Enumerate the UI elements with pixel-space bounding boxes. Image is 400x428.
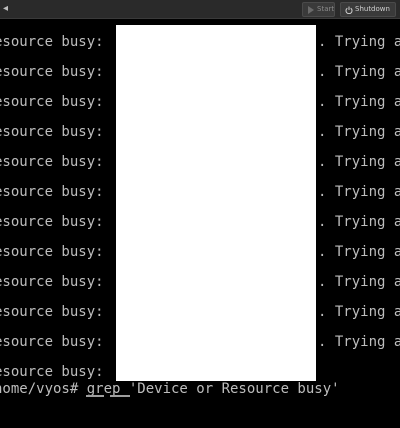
start-button-label: Start bbox=[317, 5, 335, 13]
vm-toolbar: ◂ Start Shutdown bbox=[0, 0, 400, 19]
terminal-line-end: . Trying a bbox=[318, 124, 400, 140]
back-arrow-icon[interactable]: ◂ bbox=[3, 4, 8, 14]
terminal-line-end: . Trying a bbox=[318, 304, 400, 320]
terminal-line-end: . Trying a bbox=[318, 154, 400, 170]
terminal-line-start: esource busy: bbox=[0, 94, 104, 110]
cursor-underline bbox=[86, 395, 104, 397]
terminal-console[interactable]: esource busy: . Trying a esource busy: .… bbox=[0, 19, 400, 400]
terminal-line-start: esource busy: bbox=[0, 214, 104, 230]
terminal-line-start: esource busy: bbox=[0, 34, 104, 50]
terminal-line-end: . Trying a bbox=[318, 244, 400, 260]
terminal-line-start: esource busy: bbox=[0, 274, 104, 290]
terminal-line-end: . Trying a bbox=[318, 64, 400, 80]
terminal-line-end: . Trying a bbox=[318, 184, 400, 200]
terminal-line-start: esource busy: bbox=[0, 154, 104, 170]
terminal-line-start: esource busy: bbox=[0, 244, 104, 260]
terminal-line-end: . Trying a bbox=[318, 274, 400, 290]
terminal-line-start: esource busy: bbox=[0, 64, 104, 80]
terminal-line-start: esource busy: bbox=[0, 364, 104, 380]
terminal-line-start: esource busy: bbox=[0, 124, 104, 140]
terminal-line-start: esource busy: bbox=[0, 304, 104, 320]
power-icon bbox=[345, 6, 353, 14]
terminal-line-end: . Trying a bbox=[318, 334, 400, 350]
terminal-line-end: . Trying a bbox=[318, 34, 400, 50]
terminal-line-start: esource busy: bbox=[0, 184, 104, 200]
shutdown-button[interactable]: Shutdown bbox=[340, 2, 396, 17]
terminal-line-end: . Trying a bbox=[318, 94, 400, 110]
terminal-prompt: home/vyos# grep 'Device or Resource busy… bbox=[0, 381, 340, 397]
play-icon bbox=[308, 6, 314, 14]
terminal-line-end: . Trying a bbox=[318, 214, 400, 230]
shutdown-button-label: Shutdown bbox=[355, 5, 390, 13]
redaction-box bbox=[116, 25, 316, 381]
terminal-line-start: esource busy: bbox=[0, 334, 104, 350]
start-button[interactable]: Start bbox=[302, 2, 335, 17]
cursor-underline bbox=[110, 395, 130, 397]
